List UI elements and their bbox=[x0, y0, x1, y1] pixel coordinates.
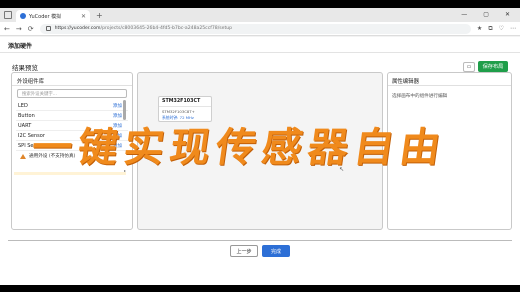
warning-icon bbox=[20, 153, 26, 159]
maximize-button[interactable]: ▢ bbox=[483, 11, 489, 18]
lock-icon bbox=[45, 26, 51, 31]
promo-overlay-title: 一键实现传感器自由 bbox=[28, 124, 450, 171]
component-name: LED bbox=[18, 102, 28, 109]
minimize-button[interactable]: — bbox=[461, 11, 467, 18]
tab-close-icon[interactable]: ✕ bbox=[81, 13, 86, 20]
back-button[interactable]: ← bbox=[4, 25, 10, 33]
favicon-icon bbox=[20, 13, 26, 19]
favorite-icon[interactable]: ★ bbox=[477, 25, 482, 33]
component-name: Button bbox=[18, 112, 35, 119]
property-hint: 选择画布中的组件进行编辑 bbox=[392, 94, 448, 99]
chip-divider bbox=[159, 106, 211, 107]
forward-button[interactable]: → bbox=[16, 25, 22, 33]
url-host: https://yucoder.com bbox=[54, 26, 101, 31]
chip-package: STM32F103C8T+ bbox=[162, 109, 195, 114]
property-divider bbox=[388, 85, 511, 86]
screen: YuCoder 模拟 ✕ + — ▢ ✕ ← → ⟳ https://yucod… bbox=[0, 0, 520, 292]
save-layout-button[interactable]: 保存布局 bbox=[478, 61, 508, 72]
library-scrollbar[interactable] bbox=[123, 100, 126, 120]
add-component-button[interactable]: 添加 bbox=[113, 113, 122, 119]
property-editor-title: 属性编辑器 bbox=[392, 79, 419, 85]
page-title: 添加硬件 bbox=[8, 43, 33, 50]
url-path: /projects/c8003645-26b4-4fd5-b7bc-a248a2… bbox=[100, 26, 233, 31]
window-controls: — ▢ ✕ bbox=[461, 11, 520, 22]
tab-bar: YuCoder 模拟 ✕ + — ▢ ✕ bbox=[0, 8, 520, 22]
library-title: 外设组件库 bbox=[17, 79, 44, 85]
new-tab-button[interactable]: + bbox=[96, 11, 103, 20]
close-window-button[interactable]: ✕ bbox=[505, 11, 510, 18]
chip-name: STM32F103CT bbox=[162, 99, 201, 104]
layout-icon-button[interactable]: ▭ bbox=[463, 62, 475, 72]
browser-toolbar: ★ ⧉ ♡ ⋯ bbox=[477, 25, 516, 33]
collections-icon[interactable]: ♡ bbox=[499, 25, 504, 33]
finish-button[interactable]: 完成 bbox=[262, 245, 290, 257]
library-divider bbox=[12, 85, 132, 86]
browser-tab[interactable]: YuCoder 模拟 ✕ bbox=[16, 10, 90, 22]
list-item: LED 添加 bbox=[16, 101, 128, 111]
mcu-chip-card[interactable]: STM32F103CT STM32F103C8T+ 系统时钟: 72 MHz bbox=[158, 96, 212, 122]
header-divider bbox=[0, 52, 520, 53]
more-menu-icon[interactable]: ⋯ bbox=[510, 25, 516, 33]
preview-title: 结果预览 bbox=[12, 64, 38, 72]
previous-step-button[interactable]: 上一步 bbox=[230, 245, 258, 257]
library-search-input[interactable]: 搜索外设关键字... bbox=[17, 89, 127, 98]
component-name: UART bbox=[18, 122, 32, 129]
address-bar: ← → ⟳ https://yucoder.com/projects/c8003… bbox=[0, 22, 520, 36]
url-input[interactable]: https://yucoder.com/projects/c8003645-26… bbox=[39, 23, 471, 34]
tab-actions-icon[interactable] bbox=[4, 11, 12, 19]
footer-divider bbox=[8, 240, 512, 241]
reload-button[interactable]: ⟳ bbox=[28, 25, 34, 33]
tab-title: YuCoder 模拟 bbox=[29, 13, 62, 20]
add-component-button[interactable]: 添加 bbox=[113, 103, 122, 109]
split-screen-icon[interactable]: ⧉ bbox=[488, 25, 492, 33]
